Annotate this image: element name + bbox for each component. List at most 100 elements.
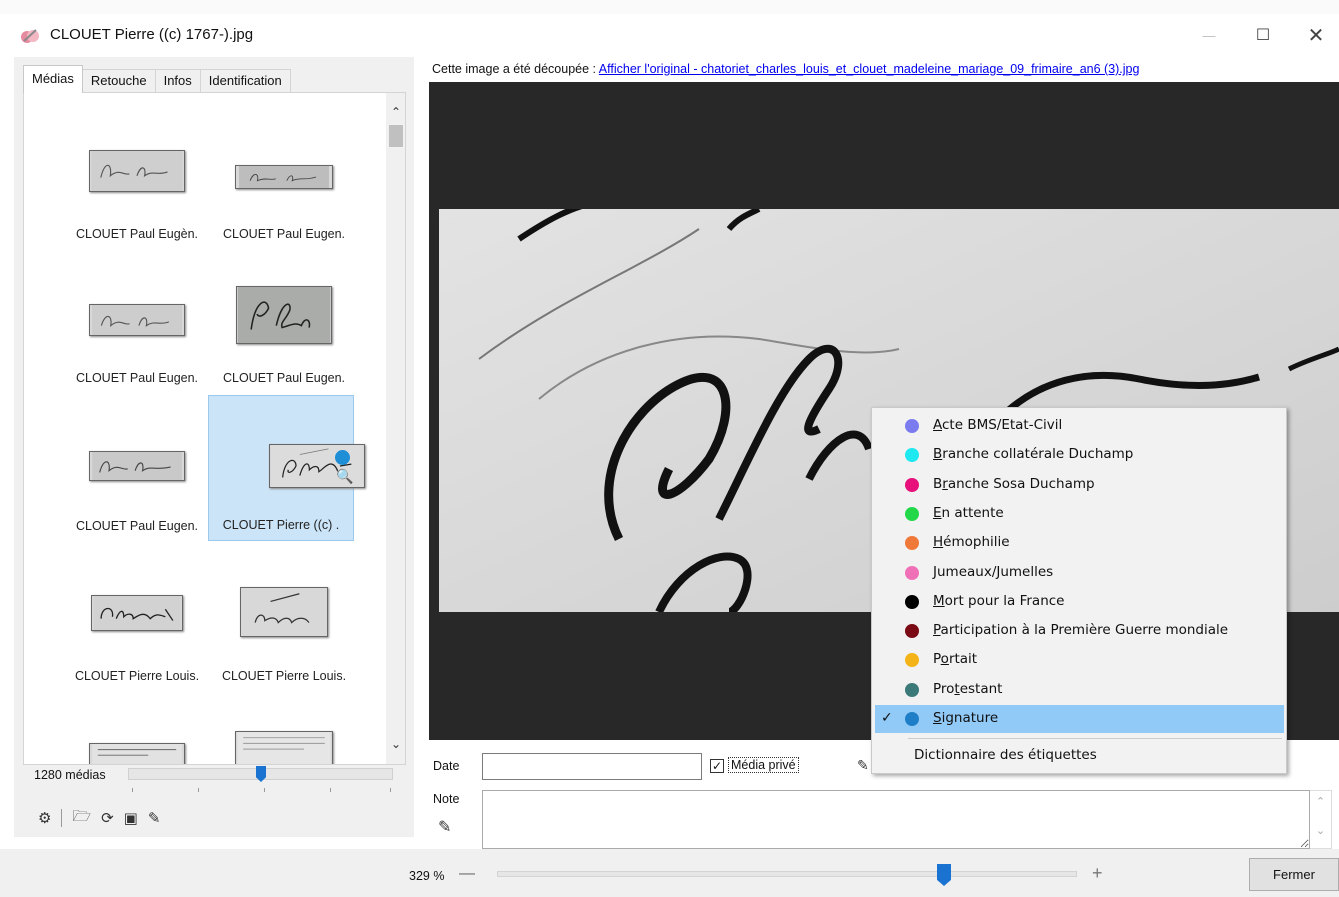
tag-color-dot-icon <box>905 565 919 580</box>
refresh-icon[interactable]: ⟳ <box>101 809 114 827</box>
media-grid: CLOUET Paul Eugèn. CLOUET Paul Eugen. CL… <box>24 93 386 764</box>
slider-tick <box>198 788 199 792</box>
zoom-knob[interactable] <box>937 864 951 886</box>
menu-item-label: Jumeaux/Jumelles <box>933 563 1054 580</box>
minimize-button[interactable]: — <box>1186 20 1232 50</box>
tab-medias[interactable]: Médias <box>23 65 83 93</box>
tab-infos[interactable]: Infos <box>154 69 201 93</box>
tag-color-dot-icon <box>905 536 919 551</box>
zoom-level: 329 % <box>409 869 445 883</box>
media-thumbnail <box>89 150 185 192</box>
tag-color-dot-icon <box>905 594 919 609</box>
media-item[interactable]: CLOUET Paul Eugen. <box>64 251 210 397</box>
note-label: Note <box>433 792 460 806</box>
media-tab-content: CLOUET Paul Eugèn. CLOUET Paul Eugen. CL… <box>23 92 406 765</box>
media-thumbnail <box>240 587 328 637</box>
menu-item-tag[interactable]: Acte BMS/Etat-Civil <box>875 412 1284 440</box>
tag-color-dot-icon <box>905 506 919 521</box>
note-scrollbar[interactable]: ⌃ ⌄ <box>1310 790 1332 849</box>
media-thumbnail <box>89 451 185 481</box>
menu-item-tag[interactable]: Jumeaux/Jumelles <box>875 559 1284 587</box>
tag-dot-icon <box>335 450 350 465</box>
menu-item-tag[interactable]: Branche collatérale Duchamp <box>875 441 1284 469</box>
media-label: CLOUET Paul Eugen. <box>75 519 199 533</box>
menu-item-tag[interactable]: Mort pour la France <box>875 588 1284 616</box>
menu-item-tag[interactable]: Branche Sosa Duchamp <box>875 471 1284 499</box>
media-item[interactable]: CLOUET Paul Eugen. <box>64 397 210 543</box>
close-window-button[interactable]: ✕ <box>1293 20 1339 50</box>
media-item-selected[interactable]: 🔍 CLOUET Pierre ((c) . <box>208 395 365 541</box>
menu-item-tag[interactable]: Portait <box>875 646 1284 674</box>
tag-color-dot-icon <box>905 682 919 697</box>
menu-item-label: Acte BMS/Etat-Civil <box>933 417 1063 433</box>
media-thumbnail <box>235 165 333 189</box>
menu-item-tag[interactable]: En attente <box>875 500 1284 528</box>
crop-notice: Cette image a été découpée : Afficher l'… <box>432 62 1139 76</box>
crop-notice-text: Cette image a été découpée : <box>432 62 599 76</box>
media-item[interactable]: CLOUET Pierre Louis. <box>64 543 210 689</box>
menu-item-tag[interactable]: Participation à la Première Guerre mondi… <box>875 617 1284 645</box>
media-label: CLOUET Paul Eugèn. <box>75 227 199 241</box>
toolbar-separator <box>61 809 63 827</box>
scroll-up-icon[interactable]: ⌃ <box>386 103 405 121</box>
menu-separator <box>908 738 1282 739</box>
scroll-thumb[interactable] <box>389 125 403 147</box>
folder-icon[interactable]: 🗁 <box>72 806 91 831</box>
close-button[interactable]: Fermer <box>1249 858 1339 891</box>
tag-color-dot-icon <box>905 419 919 433</box>
title-bar: CLOUET Pierre ((c) 1767-).jpg — ☐ ✕ <box>0 14 1339 56</box>
maximize-button[interactable]: ☐ <box>1240 20 1286 50</box>
scroll-down-icon[interactable]: ⌄ <box>386 735 405 753</box>
tag-color-dot-icon <box>905 624 919 639</box>
menu-item-tag[interactable]: ✓ Signature <box>875 705 1284 733</box>
menu-item-tag-dictionary[interactable]: Dictionnaire des étiquettes <box>914 747 1097 763</box>
media-label: CLOUET Paul Eugen. <box>222 371 346 385</box>
note-field[interactable] <box>482 790 1310 849</box>
zoom-out-button[interactable]: — <box>459 865 475 883</box>
menu-item-label: Branche Sosa Duchamp <box>933 475 1095 492</box>
date-label: Date <box>433 759 460 773</box>
private-media-label[interactable]: Média privé <box>728 757 799 773</box>
slider-tick <box>264 788 265 792</box>
media-label: CLOUET Pierre ((c) . <box>222 518 340 532</box>
zoom-in-button[interactable]: + <box>1092 863 1103 884</box>
scroll-up-icon[interactable]: ⌃ <box>1310 795 1331 808</box>
media-item[interactable]: CLOUET Paul Eugen. <box>211 105 357 251</box>
magnifier-icon[interactable]: 🔍 <box>336 468 353 485</box>
menu-item-tag[interactable]: Protestant <box>875 676 1284 704</box>
media-item[interactable]: CLOUET Pierre Louis. <box>211 543 357 689</box>
media-grid-scrollbar[interactable]: ⌃ ⌄ <box>386 93 405 764</box>
media-thumbnail <box>235 731 333 764</box>
menu-item-label: Branche collatérale Duchamp <box>933 446 1134 463</box>
menu-item-label: Signature <box>933 710 999 726</box>
media-item[interactable] <box>64 689 210 764</box>
tab-bar: Médias Retouche Infos Identification <box>23 65 291 93</box>
private-media-checkbox[interactable]: ✓ <box>710 759 724 773</box>
media-panel: Médias Retouche Infos Identification CLO… <box>14 57 414 837</box>
menu-item-label: Portait <box>933 651 978 668</box>
zoom-slider[interactable] <box>497 864 1077 886</box>
media-label: CLOUET Pierre Louis. <box>221 669 347 683</box>
scroll-down-icon[interactable]: ⌄ <box>1310 824 1331 837</box>
media-thumbnail <box>89 743 185 764</box>
media-item[interactable]: CLOUET Paul Eugèn. <box>64 105 210 251</box>
app-icon <box>21 29 39 43</box>
tag-pencil-icon[interactable]: ✎ <box>857 757 869 774</box>
save-icon[interactable]: ▣ <box>124 809 138 827</box>
settings-icon[interactable]: ⚙ <box>38 809 51 827</box>
menu-item-tag[interactable]: Hémophilie <box>875 529 1284 557</box>
tag-color-dot-icon <box>905 448 919 463</box>
tab-identification[interactable]: Identification <box>199 69 291 93</box>
date-field[interactable] <box>482 753 702 780</box>
tab-retouche[interactable]: Retouche <box>81 69 156 93</box>
media-toolbar: ⚙ 🗁 ⟳ ▣ ✎ <box>24 805 407 831</box>
note-pencil-icon[interactable]: ✎ <box>438 817 451 837</box>
menu-item-label: Mort pour la France <box>933 592 1065 609</box>
menu-item-label: Hémophilie <box>933 534 1010 551</box>
media-item[interactable] <box>211 689 357 764</box>
media-item[interactable]: CLOUET Paul Eugen. <box>211 251 357 397</box>
edit-icon[interactable]: ✎ <box>148 809 161 827</box>
show-original-link[interactable]: Afficher l'original - chatoriet_charles_… <box>599 62 1140 76</box>
checkmark-icon: ✓ <box>881 710 893 726</box>
thumbnail-size-slider[interactable] <box>128 766 393 792</box>
